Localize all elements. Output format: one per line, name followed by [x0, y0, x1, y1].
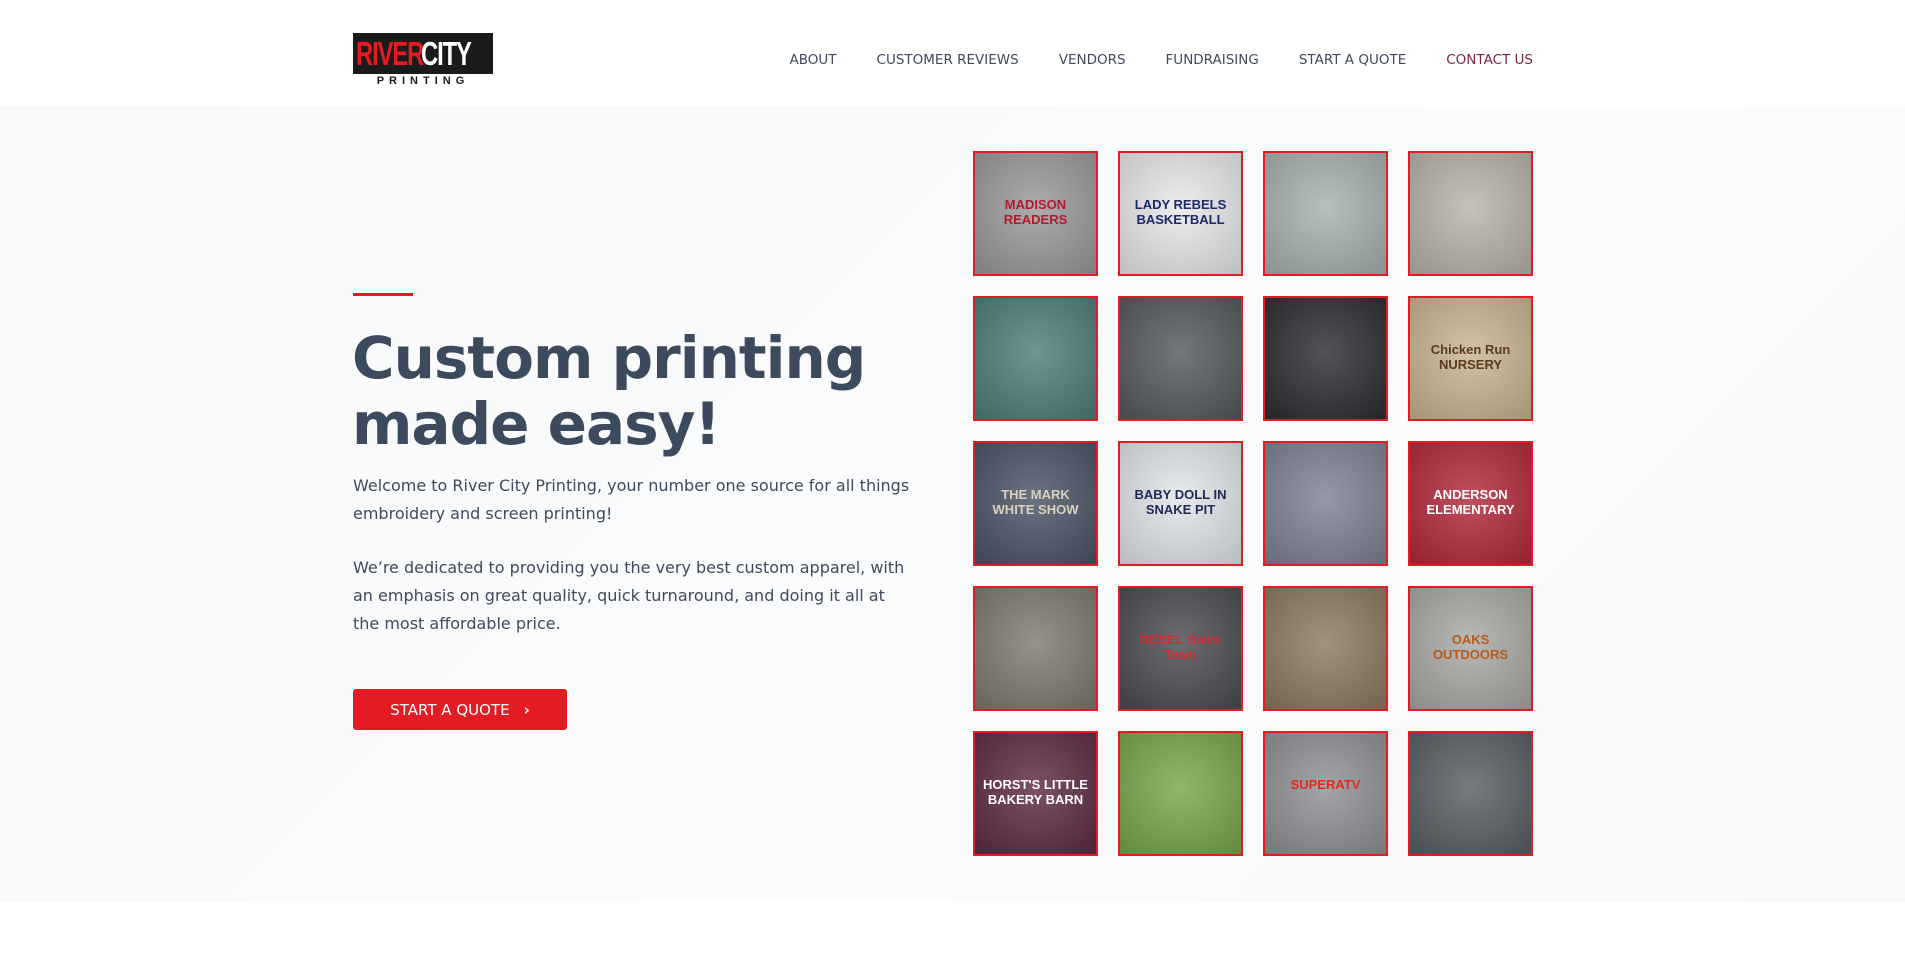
chevron-right-icon: ›: [523, 700, 530, 719]
photo-image: [1120, 733, 1241, 854]
photo-print-text: HORST'S LITTLE BAKERY BARN: [983, 777, 1088, 807]
photo-print-text: BABY DOLL IN SNAKE PIT: [1134, 487, 1227, 517]
gallery-photo[interactable]: [1118, 296, 1243, 421]
nav-fundraising[interactable]: FUNDRAISING: [1166, 52, 1259, 68]
photo-image: [1120, 298, 1241, 419]
photo-print-text: MADISON READERS: [1003, 197, 1068, 227]
hero-section: [0, 106, 1905, 902]
gallery-photo[interactable]: [1263, 586, 1388, 711]
start-a-quote-label: START A QUOTE: [390, 700, 510, 719]
below-fold-section: [0, 902, 1905, 975]
gallery-photo[interactable]: [1118, 731, 1243, 856]
start-a-quote-button[interactable]: START A QUOTE ›: [353, 689, 567, 730]
hero-headline: Custom printing made easy!: [352, 324, 866, 458]
nav-contact-us[interactable]: CONTACT US: [1446, 52, 1533, 68]
gallery-photo[interactable]: [973, 586, 1098, 711]
gallery-photo[interactable]: BABY DOLL IN SNAKE PIT: [1118, 441, 1243, 566]
logo-text-city: CITY: [421, 35, 472, 72]
photo-print-text: SUPERATV: [1290, 777, 1361, 792]
gallery-photo[interactable]: [1408, 731, 1533, 856]
gallery-photo[interactable]: HORST'S LITTLE BAKERY BARN: [973, 731, 1098, 856]
site-header: RIVER CITY PRINTING ABOUT CUSTOMER REVIE…: [0, 0, 1905, 106]
gallery-photo[interactable]: Chicken Run NURSERY: [1408, 296, 1533, 421]
gallery-photo[interactable]: ANDERSON ELEMENTARY: [1408, 441, 1533, 566]
photo-print-text: Chicken Run NURSERY: [1430, 342, 1511, 372]
photo-print-text: REBEL Swim Team: [1139, 632, 1222, 662]
gallery-photo[interactable]: [1263, 151, 1388, 276]
nav-about[interactable]: ABOUT: [790, 52, 837, 68]
product-gallery: MADISON READERS LADY REBELS BASKETBALL Chi…: [973, 151, 1533, 856]
gallery-photo[interactable]: LADY REBELS BASKETBALL: [1118, 151, 1243, 276]
nav-vendors[interactable]: VENDORS: [1059, 52, 1126, 68]
photo-image: [1265, 588, 1386, 709]
logo-text-river: RIVER: [356, 35, 424, 72]
gallery-photo[interactable]: OAKS OUTDOORS: [1408, 586, 1533, 711]
photo-image: [975, 588, 1096, 709]
gallery-photo[interactable]: REBEL Swim Team: [1118, 586, 1243, 711]
gallery-photo[interactable]: [1408, 151, 1533, 276]
hero-mission-text: We’re dedicated to providing you the ver…: [353, 558, 905, 633]
photo-print-text: THE MARK WHITE SHOW: [992, 487, 1079, 517]
gallery-photo[interactable]: [1263, 441, 1388, 566]
photo-image: [1265, 153, 1386, 274]
photo-image: [1265, 733, 1386, 854]
logo-box: RIVER CITY: [353, 33, 493, 74]
river-city-printing-logo[interactable]: RIVER CITY PRINTING: [353, 33, 493, 88]
photo-image: [1265, 443, 1386, 564]
gallery-photo[interactable]: [1263, 296, 1388, 421]
main-nav: ABOUT CUSTOMER REVIEWS VENDORS FUNDRAISI…: [790, 52, 1533, 68]
headline-accent-line: [353, 293, 413, 296]
gallery-photo[interactable]: [973, 296, 1098, 421]
photo-image: [1410, 733, 1531, 854]
hero-intro-text: Welcome to River City Printing, your num…: [353, 476, 910, 523]
gallery-photo[interactable]: THE MARK WHITE SHOW: [973, 441, 1098, 566]
photo-image: [1265, 298, 1386, 419]
gallery-photo[interactable]: SUPERATV: [1263, 731, 1388, 856]
gallery-photo[interactable]: MADISON READERS: [973, 151, 1098, 276]
photo-image: [1410, 153, 1531, 274]
photo-print-text: OAKS OUTDOORS: [1432, 632, 1509, 662]
photo-print-text: ANDERSON ELEMENTARY: [1426, 487, 1515, 517]
nav-customer-reviews[interactable]: CUSTOMER REVIEWS: [877, 52, 1019, 68]
nav-start-a-quote[interactable]: START A QUOTE: [1299, 52, 1406, 68]
photo-print-text: LADY REBELS BASKETBALL: [1134, 197, 1227, 227]
photo-image: [975, 298, 1096, 419]
logo-text-printing: PRINTING: [376, 75, 470, 87]
